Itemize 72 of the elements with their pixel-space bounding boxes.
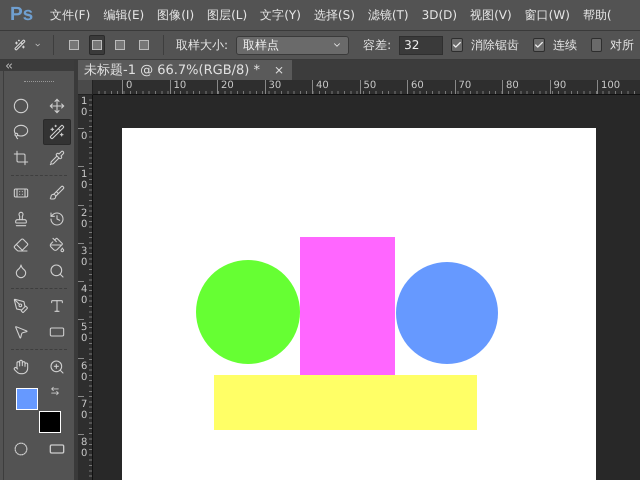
sample-size-select[interactable]: 取样点 [236,36,350,54]
checkbox[interactable] [533,38,546,52]
ruler-label: 40 [312,80,360,94]
menu-item[interactable]: 视图(V) [470,6,512,24]
droplet-icon [13,263,29,279]
menu-item[interactable]: 3D(D) [422,8,458,22]
menu-item[interactable]: 文字(Y) [260,6,301,24]
ruler-label: 0 [78,128,84,166]
move-icon [49,98,65,114]
ruler-label: 60 [78,358,84,396]
magnifier-icon [49,263,65,279]
menu-item[interactable]: 图像(I) [157,6,194,24]
tolerance-field[interactable]: 32 [399,36,444,54]
ruler-label: 90 [550,80,597,94]
brush-icon [49,185,65,201]
menu-item[interactable]: 选择(S) [314,6,355,24]
menu-item[interactable]: 滤镜(T) [368,6,409,24]
checkbox-label: 消除锯齿 [471,36,520,54]
app-logo: Ps [10,4,34,26]
menu-item[interactable]: 窗口(W) [524,6,570,24]
ruler-label: 60 [407,80,454,94]
ruler-label: 30 [78,242,84,282]
hand-icon [13,359,29,375]
ruler-label: 0 [122,80,170,94]
stamp-icon [13,211,29,227]
ruler-label: 20 [217,80,264,94]
checkbox[interactable] [451,38,464,52]
checkbox-label: 连续 [553,36,578,54]
ruler-label: 70 [78,396,84,434]
ellipse-marquee-icon [13,98,29,114]
eraser-icon [13,237,29,253]
foreground-color-swatch[interactable] [16,388,38,410]
ruler-label: 80 [502,80,550,94]
menu-item[interactable]: 编辑(E) [103,6,144,24]
collapse-icon[interactable] [4,60,14,70]
type-icon [49,298,65,314]
ruler-label: 40 [78,281,84,320]
swap-icon[interactable] [50,386,60,396]
sample-size-label: 取样大小: [176,36,228,54]
magic-wand-icon[interactable] [14,37,26,53]
ruler-label: 10 [170,80,217,94]
tolerance-label: 容差: [363,36,392,54]
lasso-icon [13,124,29,140]
menu-item[interactable]: 帮助( [582,6,612,24]
ruler-label: 50 [360,80,407,94]
checkbox[interactable] [591,38,602,52]
selection-mode-button[interactable] [89,35,105,55]
ruler-label: 10 [80,95,84,120]
ruler-label: 20 [78,204,84,243]
ruler-label: 10 [78,166,84,205]
paint-bucket-icon [49,237,65,253]
background-color-swatch[interactable] [39,411,61,433]
ruler-label: 70 [454,80,502,94]
ruler-label: 50 [78,319,84,358]
crop-icon [13,150,29,166]
magic-wand-icon [49,124,65,140]
menu-item[interactable]: 文件(F) [50,6,90,24]
document-title: 未标题-1 @ 66.7%(RGB/8) * [84,62,260,79]
close-button[interactable]: × [274,63,284,77]
dashed-circle-icon [14,442,28,456]
menu-item[interactable]: 图层(L) [207,6,248,24]
ruler-label: 100 [597,80,640,94]
ruler-label: 80 [78,434,84,473]
checkbox-label: 对所 [610,36,634,54]
history-brush-icon [49,211,65,227]
zoom-icon [49,359,65,375]
ruler-label: 30 [264,80,312,94]
pointer-icon [13,324,29,340]
tool-button[interactable] [43,119,71,145]
pen-icon [13,298,29,314]
document-tab[interactable]: 未标题-1 @ 66.7%(RGB/8) * × [78,60,292,80]
eyedropper-icon [49,150,65,166]
